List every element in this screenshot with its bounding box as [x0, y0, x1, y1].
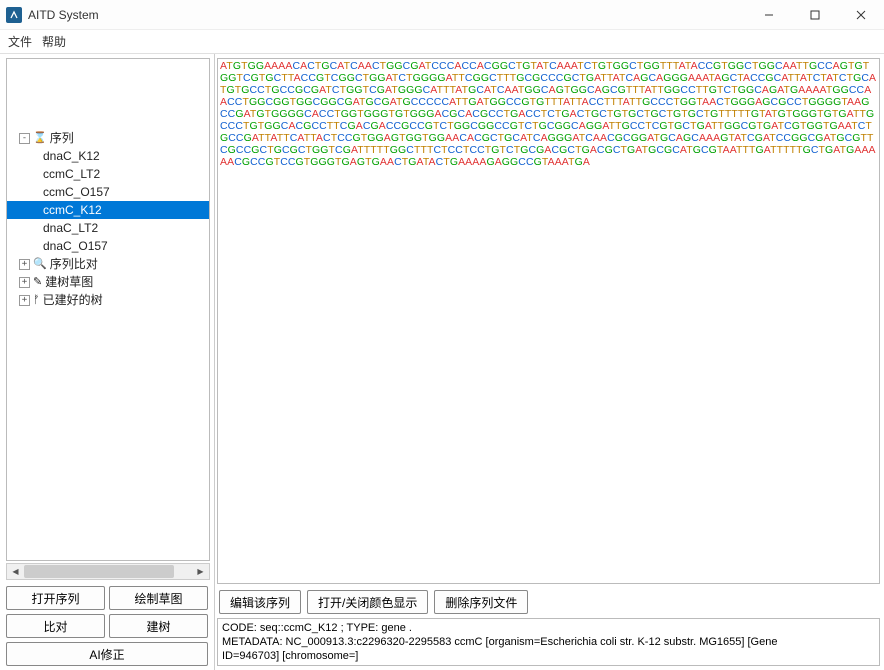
- tree-expand-icon[interactable]: +: [19, 259, 30, 270]
- tree-item-label: 已建好的树: [43, 291, 103, 309]
- tree-expand-icon[interactable]: +: [19, 277, 30, 288]
- tree-item-label: dnaC_LT2: [43, 219, 98, 237]
- tree-item[interactable]: dnaC_LT2: [7, 219, 209, 237]
- menu-bar: 文件 帮助: [0, 30, 884, 54]
- scroll-right-arrow[interactable]: ▶: [192, 564, 209, 579]
- scroll-left-arrow[interactable]: ◀: [7, 564, 24, 579]
- tree-item[interactable]: -⌛序列: [7, 129, 209, 147]
- tree-item[interactable]: ccmC_O157: [7, 183, 209, 201]
- edit-sequence-button[interactable]: 编辑该序列: [219, 590, 301, 614]
- tree-item-label: ccmC_O157: [43, 183, 110, 201]
- tree-item-label: 序列比对: [50, 255, 98, 273]
- sketch-root-icon: ✎: [33, 273, 42, 291]
- toggle-color-button[interactable]: 打开/关闭颜色显示: [307, 590, 428, 614]
- tree-item-label: 序列: [50, 129, 74, 147]
- sequence-root-icon: ⌛: [33, 129, 47, 147]
- draw-sketch-button[interactable]: 绘制草图: [109, 586, 208, 610]
- window-title: AITD System: [28, 8, 746, 22]
- tree-horizontal-scrollbar[interactable]: ◀ ▶: [6, 563, 210, 580]
- tree-item-label: dnaC_K12: [43, 147, 100, 165]
- scroll-thumb[interactable]: [24, 565, 174, 578]
- open-sequence-button[interactable]: 打开序列: [6, 586, 105, 610]
- tree-item[interactable]: +ᚠ已建好的树: [7, 291, 209, 309]
- left-panel: -⌛序列dnaC_K12ccmC_LT2ccmC_O157ccmC_K12dna…: [0, 54, 215, 670]
- tree-item[interactable]: +✎建树草图: [7, 273, 209, 291]
- build-tree-button[interactable]: 建树: [109, 614, 208, 638]
- right-panel: ATGTGGAAAACACTGCATCAACTGGCGATCCCACCACGGC…: [215, 54, 884, 670]
- tree-item[interactable]: dnaC_K12: [7, 147, 209, 165]
- tree-item[interactable]: +🔍序列比对: [7, 255, 209, 273]
- tree-expand-icon[interactable]: -: [19, 133, 30, 144]
- app-icon: [6, 7, 22, 23]
- tree-item-label: dnaC_O157: [43, 237, 108, 255]
- tree-item[interactable]: ccmC_K12: [7, 201, 209, 219]
- tree-item[interactable]: dnaC_O157: [7, 237, 209, 255]
- sequence-viewer[interactable]: ATGTGGAAAACACTGCATCAACTGGCGATCCCACCACGGC…: [217, 58, 880, 584]
- tree-item[interactable]: ccmC_LT2: [7, 165, 209, 183]
- ai-correct-button[interactable]: AI修正: [6, 642, 208, 666]
- tree-expand-icon[interactable]: +: [19, 295, 30, 306]
- metadata-line: CODE: seq::ccmC_K12 ; TYPE: gene .: [222, 621, 875, 635]
- align-button[interactable]: 比对: [6, 614, 105, 638]
- metadata-line: METADATA: NC_000913.3:c2296320-2295583 c…: [222, 635, 875, 649]
- tree-item-label: ccmC_K12: [43, 201, 102, 219]
- metadata-line: ID=946703] [chromosome=]: [222, 649, 875, 663]
- close-button[interactable]: [838, 0, 884, 30]
- tree-item-label: 建树草图: [45, 273, 93, 291]
- menu-file[interactable]: 文件: [8, 33, 32, 50]
- tree-view[interactable]: -⌛序列dnaC_K12ccmC_LT2ccmC_O157ccmC_K12dna…: [6, 58, 210, 561]
- minimize-button[interactable]: [746, 0, 792, 30]
- menu-help[interactable]: 帮助: [42, 33, 66, 50]
- maximize-button[interactable]: [792, 0, 838, 30]
- metadata-box: CODE: seq::ccmC_K12 ; TYPE: gene . METAD…: [217, 618, 880, 666]
- alignment-root-icon: 🔍: [33, 255, 47, 273]
- delete-sequence-button[interactable]: 删除序列文件: [434, 590, 528, 614]
- tree-root-icon: ᚠ: [33, 291, 40, 309]
- tree-item-label: ccmC_LT2: [43, 165, 100, 183]
- title-bar: AITD System: [0, 0, 884, 30]
